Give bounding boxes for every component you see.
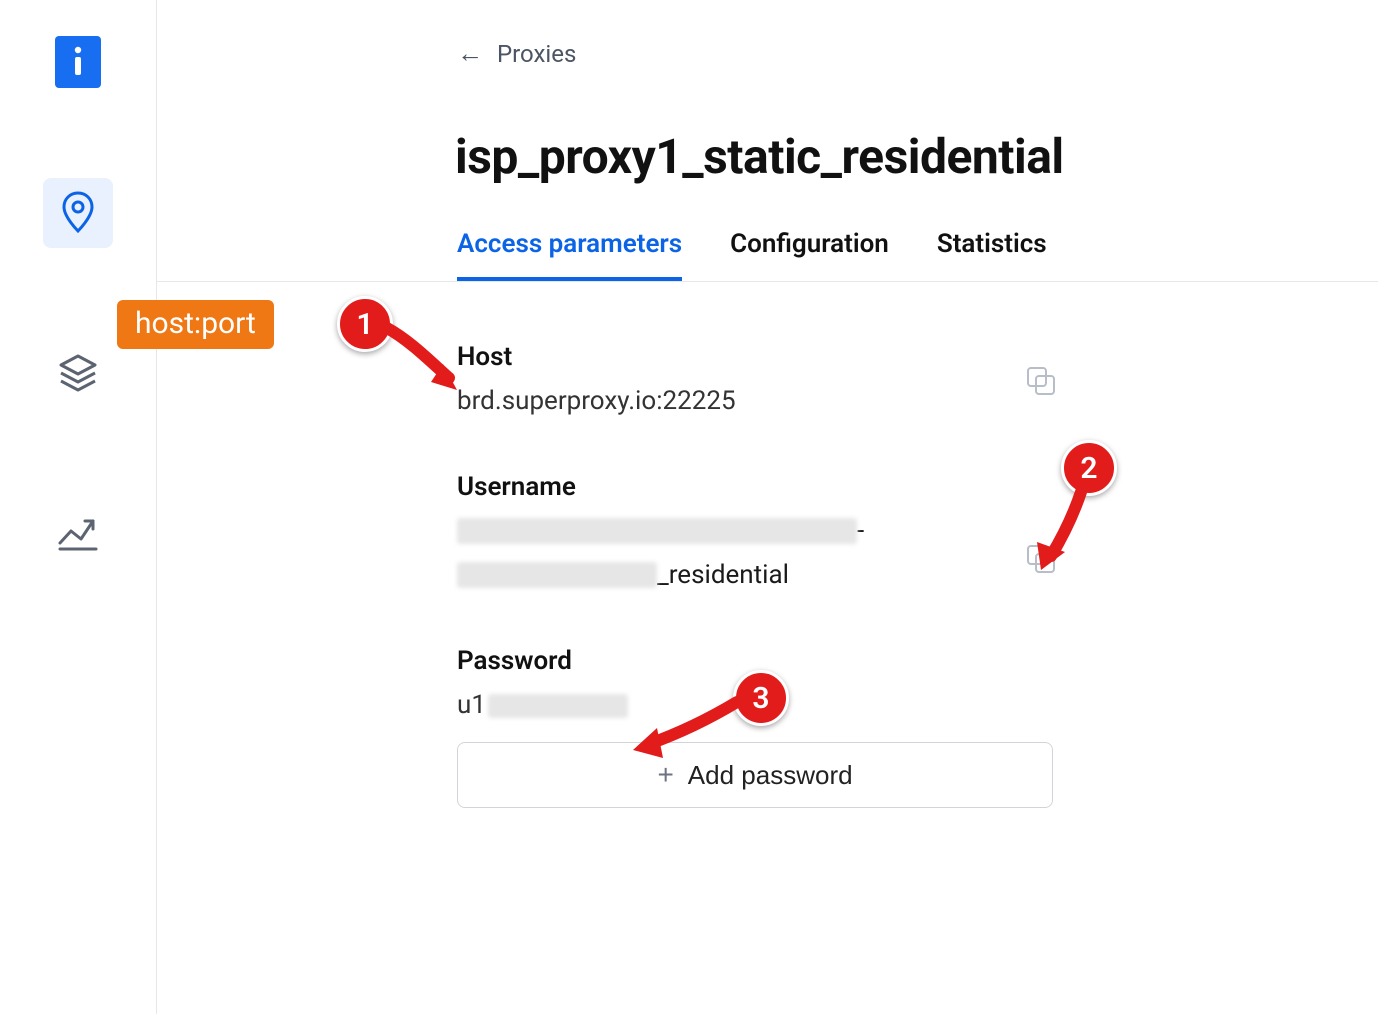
annotation-arrow-2 bbox=[1033, 486, 1103, 576]
tab-statistics[interactable]: Statistics bbox=[937, 229, 1047, 281]
username-field: Username - _residential bbox=[457, 472, 1378, 590]
location-pin-icon bbox=[58, 190, 98, 236]
nav-analytics[interactable] bbox=[43, 498, 113, 568]
tabs: Access parameters Configuration Statisti… bbox=[157, 229, 1378, 282]
tab-access-parameters[interactable]: Access parameters bbox=[457, 229, 682, 281]
chart-line-icon bbox=[57, 513, 99, 553]
host-field: Host brd.superproxy.io:22225 bbox=[457, 342, 1378, 416]
copy-host-button[interactable] bbox=[1024, 364, 1058, 398]
copy-icon bbox=[1024, 364, 1058, 398]
layers-icon bbox=[57, 352, 99, 394]
annotation-arrow-1 bbox=[379, 320, 469, 398]
breadcrumb-label: Proxies bbox=[497, 40, 576, 68]
password-prefix: u1 bbox=[457, 690, 486, 720]
page-title: isp_proxy1_static_residential bbox=[157, 128, 1378, 185]
add-password-label: Add password bbox=[688, 760, 853, 791]
annotation-arrow-3 bbox=[627, 690, 747, 760]
main-content: ← Proxies isp_proxy1_static_residential … bbox=[157, 0, 1378, 1014]
access-parameters-section: Host brd.superproxy.io:22225 Username - bbox=[157, 342, 1378, 808]
annotation-hostport-tag: host:port bbox=[117, 300, 274, 349]
arrow-left-icon: ← bbox=[457, 41, 483, 67]
username-suffix-2: _residential bbox=[657, 560, 789, 590]
password-label: Password bbox=[457, 646, 1378, 676]
password-field: Password u1 + Add password bbox=[457, 646, 1378, 808]
host-label: Host bbox=[457, 342, 1378, 372]
nav-datasets[interactable] bbox=[43, 338, 113, 408]
info-icon bbox=[69, 45, 87, 79]
username-value-row2: _residential bbox=[457, 560, 1378, 590]
username-suffix-1: - bbox=[857, 516, 864, 546]
add-password-button[interactable]: + Add password bbox=[457, 742, 1053, 808]
username-label: Username bbox=[457, 472, 1378, 502]
tab-configuration[interactable]: Configuration bbox=[730, 229, 889, 281]
sidebar bbox=[0, 0, 157, 1014]
nav-info[interactable] bbox=[55, 36, 101, 88]
username-value-row1: - bbox=[457, 516, 1378, 546]
password-value: u1 bbox=[457, 690, 1378, 720]
host-value: brd.superproxy.io:22225 bbox=[457, 386, 1378, 416]
nav-proxies[interactable] bbox=[43, 178, 113, 248]
plus-icon: + bbox=[657, 759, 673, 791]
breadcrumb[interactable]: ← Proxies bbox=[157, 40, 1378, 68]
